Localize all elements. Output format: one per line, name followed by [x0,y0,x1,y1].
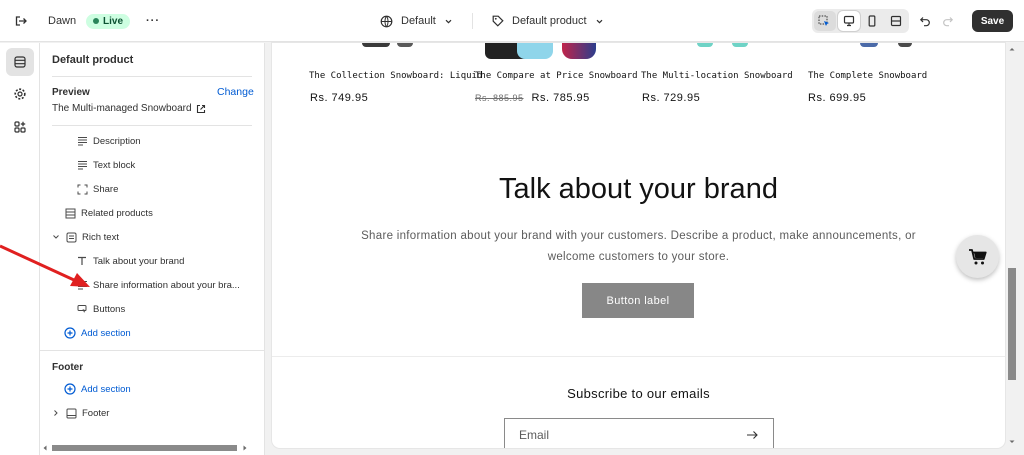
scrollbar-thumb[interactable] [1008,268,1016,380]
product-title[interactable]: The Compare at Price Snowboard [475,71,638,81]
apps-icon[interactable] [6,113,34,141]
brand-description: Share information about your brand with … [361,230,916,263]
scroll-left-icon [43,445,47,451]
text-lines-icon [76,279,88,291]
plus-circle-icon [64,327,76,339]
divider [52,76,252,77]
product-price: Rs. 885.95 Rs. 785.95 [475,92,590,104]
undo-icon[interactable] [919,0,931,42]
product-price: Rs. 729.95 [642,92,701,104]
change-link[interactable]: Change [217,86,254,98]
product-image[interactable] [362,43,390,47]
text-lines-icon [76,135,88,147]
compare-at-price: Rs. 885.95 [475,93,524,103]
divider [52,125,252,126]
divider [472,13,473,29]
cart-icon [968,248,987,264]
language-selector[interactable]: Default [380,0,453,42]
tree-item-footer[interactable]: Footer [40,403,252,423]
product-image[interactable] [732,43,748,47]
heading-t-icon [76,255,88,267]
product-image[interactable] [860,43,878,47]
grid-list-icon [64,207,76,219]
fullscreen-view-icon[interactable] [885,11,907,31]
scroll-right-icon [243,445,247,451]
product-title[interactable]: The Collection Snowboard: Liquid [309,71,482,81]
brand-heading: Talk about your brand [499,173,778,205]
product-title[interactable]: The Multi-location Snowboard [641,71,793,81]
left-rail [0,43,40,455]
product-image[interactable] [898,43,912,47]
product-price: Rs. 699.95 [808,92,867,104]
subscribe-heading: Subscribe to our emails [567,386,710,401]
cursor-button-icon [76,303,88,315]
product-title[interactable]: The Complete Snowboard [808,71,927,81]
external-link-icon [196,104,205,113]
preview-product[interactable]: The Multi-managed Snowboard [52,103,206,114]
divider [272,356,1005,357]
product-price: Rs. 749.95 [310,92,369,104]
top-bar: Dawn Live ··· Default Default product Sa… [0,0,1024,42]
plus-circle-icon [64,383,76,395]
chevron-down-icon [50,231,62,243]
preview-scrollbar[interactable] [1006,43,1024,455]
template-selector[interactable]: Default product [492,0,604,42]
footer-heading: Footer [52,362,84,373]
theme-name: Dawn [48,15,77,27]
tree-item-related-products[interactable]: Related products [40,203,252,223]
richtext-icon [65,231,77,243]
globe-icon [380,15,393,27]
inspector-cursor-icon[interactable] [814,11,836,31]
chevron-down-icon [596,19,603,24]
product-image[interactable] [397,43,413,47]
cart-button[interactable] [956,235,999,278]
chevron-right-icon [50,407,62,419]
footer-add-section-button[interactable]: Add section [40,379,252,399]
product-image[interactable] [697,43,713,47]
scrollbar-thumb[interactable] [52,445,237,451]
redo-icon[interactable] [942,0,954,42]
sections-panel: Default product Preview Change The Multi… [40,43,265,455]
email-field[interactable]: Email [504,418,774,448]
add-section-button[interactable]: Add section [40,323,252,343]
scroll-down-icon [1009,440,1015,443]
share-frame-icon [76,183,88,195]
save-button[interactable]: Save [972,10,1013,32]
live-badge: Live [86,13,131,29]
scroll-up-icon [1009,48,1015,51]
tree-item-buttons[interactable]: Buttons [40,299,252,319]
tree-item-share-information[interactable]: Share information about your bra... [40,275,252,295]
store-preview: The Collection Snowboard: Liquid Rs. 749… [272,43,1005,448]
tree-item-text-block[interactable]: Text block [40,155,252,175]
panel-horizontal-scrollbar[interactable] [40,443,264,452]
tree-item-share[interactable]: Share [40,179,252,199]
more-options-icon[interactable]: ··· [146,0,160,42]
footer-layout-icon [65,407,77,419]
viewport-switcher [812,9,909,33]
arrow-right-icon[interactable] [746,430,759,440]
product-image[interactable] [562,43,596,59]
preview-label: Preview [52,87,90,98]
product-image[interactable] [517,43,553,59]
tree-item-talk-about-brand[interactable]: Talk about your brand [40,251,252,271]
mobile-view-icon[interactable] [862,11,884,31]
live-dot-icon [93,18,99,24]
settings-gear-icon[interactable] [6,80,34,108]
text-lines-icon [76,159,88,171]
exit-icon[interactable] [14,0,28,42]
tag-icon [492,15,504,27]
chevron-down-icon [445,19,452,24]
desktop-view-icon[interactable] [837,11,860,31]
panel-title: Default product [52,54,134,66]
rich-text-button[interactable]: Button label [582,283,694,318]
sections-icon[interactable] [6,48,34,76]
divider [40,350,264,351]
tree-item-rich-text[interactable]: Rich text [40,227,252,247]
tree-item-description[interactable]: Description [40,131,252,151]
